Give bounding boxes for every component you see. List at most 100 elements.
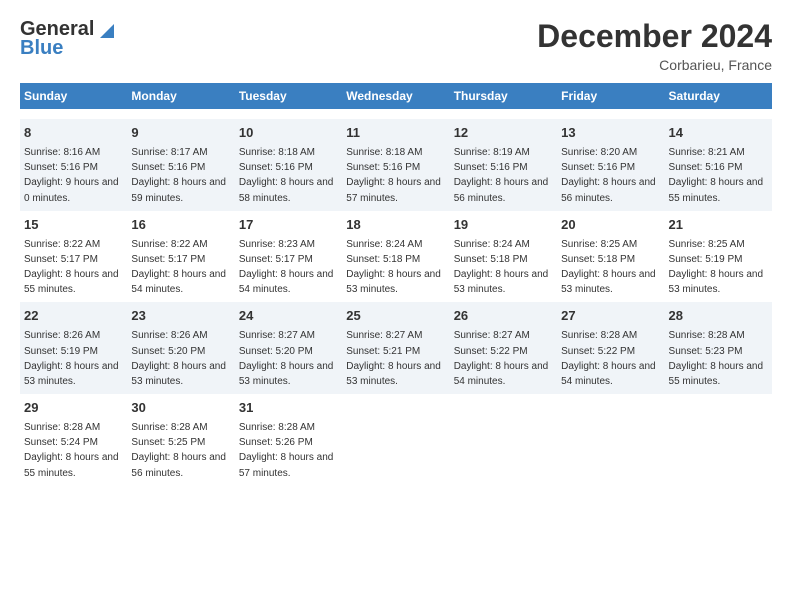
table-row bbox=[127, 109, 234, 119]
table-row: 31Sunrise: 8:28 AMSunset: 5:26 PMDayligh… bbox=[235, 394, 342, 486]
calendar-week-5: 29 Sunrise: 8:28 AMSunset: 5:24 PMDayligh… bbox=[20, 394, 772, 486]
title-area: December 2024 Corbarieu, France bbox=[537, 18, 772, 73]
location: Corbarieu, France bbox=[537, 57, 772, 73]
calendar-week-4: 22 Sunrise: 8:26 AMSunset: 5:19 PMDayligh… bbox=[20, 302, 772, 394]
day-number: 20 bbox=[561, 216, 660, 235]
day-number: 15 bbox=[24, 216, 123, 235]
table-row bbox=[450, 394, 557, 486]
table-row: 14 Sunrise: 8:21 AMSunset: 5:16 PMDayligh… bbox=[665, 119, 772, 211]
day-info: Sunrise: 8:27 AMSunset: 5:22 PMDaylight:… bbox=[454, 330, 549, 387]
table-row: 22 Sunrise: 8:26 AMSunset: 5:19 PMDayligh… bbox=[20, 302, 127, 394]
header-saturday: Saturday bbox=[665, 83, 772, 109]
day-number: 8 bbox=[24, 124, 123, 143]
table-row bbox=[557, 394, 664, 486]
calendar-body: 8 Sunrise: 8:16 AMSunset: 5:16 PMDaylight… bbox=[20, 109, 772, 486]
table-row bbox=[342, 109, 449, 119]
day-number: 30 bbox=[131, 399, 230, 418]
day-info: Sunrise: 8:26 AMSunset: 5:19 PMDaylight:… bbox=[24, 330, 119, 387]
table-row bbox=[235, 109, 342, 119]
table-row bbox=[20, 109, 127, 119]
day-number: 18 bbox=[346, 216, 445, 235]
day-info: Sunrise: 8:24 AMSunset: 5:18 PMDaylight:… bbox=[454, 239, 549, 296]
day-info: Sunrise: 8:23 AMSunset: 5:17 PMDaylight:… bbox=[239, 239, 334, 296]
table-row: 27 Sunrise: 8:28 AMSunset: 5:22 PMDayligh… bbox=[557, 302, 664, 394]
table-row: 10Sunrise: 8:18 AMSunset: 5:16 PMDayligh… bbox=[235, 119, 342, 211]
day-info: Sunrise: 8:20 AMSunset: 5:16 PMDaylight:… bbox=[561, 147, 656, 204]
table-row: 20 Sunrise: 8:25 AMSunset: 5:18 PMDayligh… bbox=[557, 211, 664, 303]
table-row: 29 Sunrise: 8:28 AMSunset: 5:24 PMDayligh… bbox=[20, 394, 127, 486]
table-row bbox=[665, 394, 772, 486]
header-tuesday: Tuesday bbox=[235, 83, 342, 109]
table-row: 13 Sunrise: 8:20 AMSunset: 5:16 PMDayligh… bbox=[557, 119, 664, 211]
day-number: 31 bbox=[239, 399, 338, 418]
day-info: Sunrise: 8:27 AMSunset: 5:20 PMDaylight:… bbox=[239, 330, 334, 387]
calendar-week-3: 15 Sunrise: 8:22 AMSunset: 5:17 PMDayligh… bbox=[20, 211, 772, 303]
day-info: Sunrise: 8:18 AMSunset: 5:16 PMDaylight:… bbox=[346, 147, 441, 204]
table-row: 9 Sunrise: 8:17 AMSunset: 5:16 PMDaylight… bbox=[127, 119, 234, 211]
calendar-week-2: 8 Sunrise: 8:16 AMSunset: 5:16 PMDaylight… bbox=[20, 119, 772, 211]
day-info: Sunrise: 8:17 AMSunset: 5:16 PMDaylight:… bbox=[131, 147, 226, 204]
table-row: 23Sunrise: 8:26 AMSunset: 5:20 PMDayligh… bbox=[127, 302, 234, 394]
table-row: 26Sunrise: 8:27 AMSunset: 5:22 PMDayligh… bbox=[450, 302, 557, 394]
day-info: Sunrise: 8:28 AMSunset: 5:24 PMDaylight:… bbox=[24, 422, 119, 479]
header: General Blue December 2024 Corbarieu, Fr… bbox=[20, 18, 772, 73]
header-friday: Friday bbox=[557, 83, 664, 109]
day-info: Sunrise: 8:28 AMSunset: 5:22 PMDaylight:… bbox=[561, 330, 656, 387]
header-wednesday: Wednesday bbox=[342, 83, 449, 109]
page: General Blue December 2024 Corbarieu, Fr… bbox=[0, 0, 792, 496]
day-info: Sunrise: 8:28 AMSunset: 5:23 PMDaylight:… bbox=[669, 330, 764, 387]
table-row: 8 Sunrise: 8:16 AMSunset: 5:16 PMDaylight… bbox=[20, 119, 127, 211]
logo: General Blue bbox=[20, 18, 114, 60]
table-row: 18 Sunrise: 8:24 AMSunset: 5:18 PMDayligh… bbox=[342, 211, 449, 303]
day-number: 27 bbox=[561, 307, 660, 326]
table-row: 19 Sunrise: 8:24 AMSunset: 5:18 PMDayligh… bbox=[450, 211, 557, 303]
day-info: Sunrise: 8:18 AMSunset: 5:16 PMDaylight:… bbox=[239, 147, 334, 204]
day-number: 12 bbox=[454, 124, 553, 143]
table-row: 21 Sunrise: 8:25 AMSunset: 5:19 PMDayligh… bbox=[665, 211, 772, 303]
day-number: 14 bbox=[669, 124, 768, 143]
day-info: Sunrise: 8:16 AMSunset: 5:16 PMDaylight:… bbox=[24, 147, 119, 204]
day-number: 25 bbox=[346, 307, 445, 326]
day-info: Sunrise: 8:22 AMSunset: 5:17 PMDaylight:… bbox=[131, 239, 226, 296]
day-number: 22 bbox=[24, 307, 123, 326]
header-sunday: Sunday bbox=[20, 83, 127, 109]
day-number: 13 bbox=[561, 124, 660, 143]
table-row: 16 Sunrise: 8:22 AMSunset: 5:17 PMDayligh… bbox=[127, 211, 234, 303]
table-row: 12 Sunrise: 8:19 AMSunset: 5:16 PMDayligh… bbox=[450, 119, 557, 211]
table-row: 24 Sunrise: 8:27 AMSunset: 5:20 PMDayligh… bbox=[235, 302, 342, 394]
day-info: Sunrise: 8:21 AMSunset: 5:16 PMDaylight:… bbox=[669, 147, 764, 204]
day-info: Sunrise: 8:22 AMSunset: 5:17 PMDaylight:… bbox=[24, 239, 119, 296]
day-number: 29 bbox=[24, 399, 123, 418]
day-number: 21 bbox=[669, 216, 768, 235]
day-info: Sunrise: 8:25 AMSunset: 5:18 PMDaylight:… bbox=[561, 239, 656, 296]
calendar-header: Sunday Monday Tuesday Wednesday Thursday… bbox=[20, 83, 772, 109]
logo-blue: Blue bbox=[20, 37, 63, 60]
header-monday: Monday bbox=[127, 83, 234, 109]
month-title: December 2024 bbox=[537, 18, 772, 55]
table-row bbox=[665, 109, 772, 119]
day-number: 24 bbox=[239, 307, 338, 326]
header-row: Sunday Monday Tuesday Wednesday Thursday… bbox=[20, 83, 772, 109]
day-number: 28 bbox=[669, 307, 768, 326]
day-info: Sunrise: 8:27 AMSunset: 5:21 PMDaylight:… bbox=[346, 330, 441, 387]
calendar-week-1 bbox=[20, 109, 772, 119]
header-thursday: Thursday bbox=[450, 83, 557, 109]
day-info: Sunrise: 8:28 AMSunset: 5:25 PMDaylight:… bbox=[131, 422, 226, 479]
table-row bbox=[557, 109, 664, 119]
calendar-table: Sunday Monday Tuesday Wednesday Thursday… bbox=[20, 83, 772, 486]
table-row: 11Sunrise: 8:18 AMSunset: 5:16 PMDayligh… bbox=[342, 119, 449, 211]
table-row: 17Sunrise: 8:23 AMSunset: 5:17 PMDayligh… bbox=[235, 211, 342, 303]
day-info: Sunrise: 8:25 AMSunset: 5:19 PMDaylight:… bbox=[669, 239, 764, 296]
day-info: Sunrise: 8:19 AMSunset: 5:16 PMDaylight:… bbox=[454, 147, 549, 204]
day-number: 23 bbox=[131, 307, 230, 326]
day-number: 19 bbox=[454, 216, 553, 235]
day-info: Sunrise: 8:24 AMSunset: 5:18 PMDaylight:… bbox=[346, 239, 441, 296]
table-row: 30 Sunrise: 8:28 AMSunset: 5:25 PMDayligh… bbox=[127, 394, 234, 486]
table-row: 15 Sunrise: 8:22 AMSunset: 5:17 PMDayligh… bbox=[20, 211, 127, 303]
table-row bbox=[450, 109, 557, 119]
table-row: 25 Sunrise: 8:27 AMSunset: 5:21 PMDayligh… bbox=[342, 302, 449, 394]
table-row bbox=[342, 394, 449, 486]
day-number: 16 bbox=[131, 216, 230, 235]
logo-arrow-icon bbox=[96, 20, 114, 38]
day-number: 9 bbox=[131, 124, 230, 143]
